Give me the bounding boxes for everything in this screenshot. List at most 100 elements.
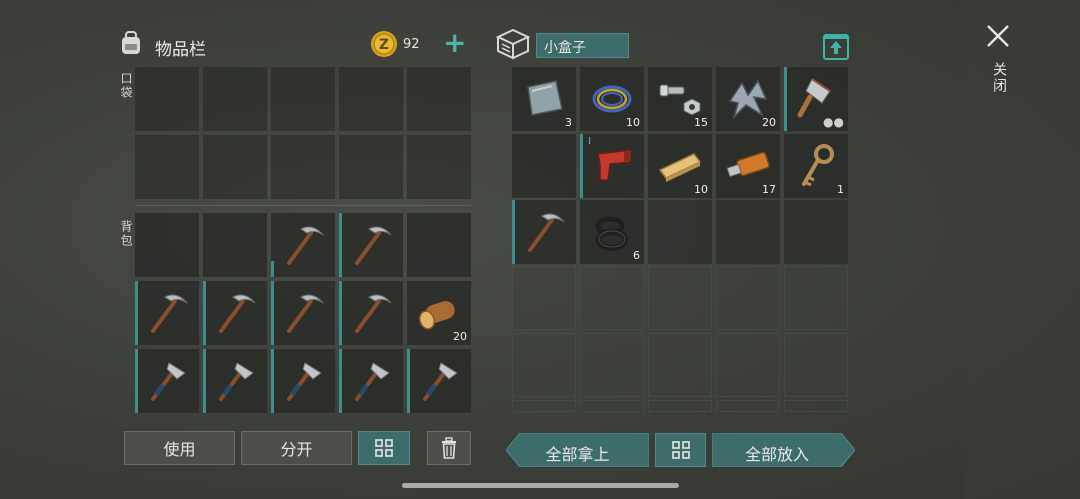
- upload-button[interactable]: [823, 32, 849, 60]
- container-slot[interactable]: 3: [512, 67, 576, 131]
- section-divider: [135, 205, 471, 206]
- container-name-field[interactable]: 小盒子: [536, 33, 629, 58]
- backpack-slot[interactable]: [407, 349, 471, 413]
- backpack-slot[interactable]: [271, 213, 335, 277]
- hatchet-icon: [151, 362, 186, 401]
- trash-icon: [442, 437, 456, 459]
- container-slot[interactable]: [716, 200, 780, 264]
- item-count: 1: [837, 183, 844, 196]
- backpack-slot[interactable]: [203, 213, 267, 277]
- pocket-slot[interactable]: [203, 135, 267, 199]
- pocket-slot[interactable]: [271, 67, 335, 131]
- pocket-slot[interactable]: [339, 67, 403, 131]
- svg-text:Z: Z: [379, 37, 389, 53]
- locked-slot: [648, 400, 712, 412]
- backpack-slot[interactable]: [135, 349, 199, 413]
- hatchet-icon: [287, 362, 322, 401]
- pocket-slot[interactable]: [135, 135, 199, 199]
- container-slot[interactable]: 1: [784, 134, 848, 198]
- ammo-indicator-icon: ⁞: [588, 136, 592, 147]
- item-count: 17: [762, 183, 776, 196]
- locked-slot: [716, 266, 780, 330]
- sort-grid-button[interactable]: [358, 431, 410, 465]
- container-slot[interactable]: [512, 200, 576, 264]
- container-slot[interactable]: 17: [716, 134, 780, 198]
- backpack-slot[interactable]: [407, 213, 471, 277]
- pickaxe-icon: [528, 213, 565, 252]
- use-button[interactable]: 使用: [124, 431, 235, 465]
- durability-bar: [203, 281, 206, 345]
- locked-slot: [512, 266, 576, 330]
- container-slot[interactable]: [784, 200, 848, 264]
- add-coins-button[interactable]: +: [443, 27, 466, 59]
- pocket-slot[interactable]: [407, 67, 471, 131]
- locked-slot: [512, 333, 576, 397]
- box-container-icon: [495, 28, 531, 60]
- container-slot[interactable]: [648, 200, 712, 264]
- item-count: 6: [633, 249, 640, 262]
- pocket-slot[interactable]: [203, 67, 267, 131]
- backpack-label: 背包: [119, 220, 133, 248]
- home-indicator[interactable]: [402, 483, 679, 488]
- container-slot[interactable]: 20: [716, 67, 780, 131]
- backpack-slot[interactable]: [203, 281, 267, 345]
- durability-bar: [339, 281, 342, 345]
- key-icon: [802, 144, 834, 187]
- coin-count: 92: [403, 37, 420, 52]
- backpack-slot[interactable]: [339, 213, 403, 277]
- backpack-slot[interactable]: [203, 349, 267, 413]
- locked-slot: [648, 333, 712, 397]
- metal-sheet-icon: [527, 80, 563, 116]
- durability-bar: [271, 349, 274, 413]
- pickaxe-icon: [355, 226, 392, 265]
- more-dots-icon: ●●: [823, 115, 844, 129]
- backpack-slot[interactable]: [339, 281, 403, 345]
- container-title: 小盒子: [544, 40, 586, 56]
- put-all-button[interactable]: 全部放入: [712, 433, 855, 467]
- container-slot[interactable]: 10: [648, 134, 712, 198]
- trash-button[interactable]: [427, 431, 471, 465]
- split-button[interactable]: 分开: [241, 431, 352, 465]
- pocket-slot[interactable]: [271, 135, 335, 199]
- item-count: 15: [694, 116, 708, 129]
- side-strip: [963, 0, 1080, 499]
- hatchet-icon: [355, 362, 390, 401]
- backpack-slot[interactable]: [271, 281, 335, 345]
- take-all-label: 全部拿上: [545, 445, 610, 464]
- container-slot[interactable]: 15: [648, 67, 712, 131]
- put-all-label: 全部放入: [744, 445, 809, 464]
- pickaxe-icon: [151, 294, 188, 333]
- durability-bar: [407, 349, 410, 413]
- backpack-slot[interactable]: [135, 213, 199, 277]
- container-slot[interactable]: 6: [580, 200, 644, 264]
- hatchet-icon: [423, 362, 458, 401]
- grid-icon: [375, 439, 393, 457]
- container-slot[interactable]: ●●: [784, 67, 848, 131]
- item-count: 3: [565, 116, 572, 129]
- backpack-slot[interactable]: [135, 281, 199, 345]
- close-button[interactable]: 关闭: [984, 22, 1012, 132]
- take-all-button[interactable]: 全部拿上: [506, 433, 649, 467]
- backpack-slot[interactable]: [271, 349, 335, 413]
- durability-bar: [271, 281, 274, 345]
- locked-slot: [784, 333, 848, 397]
- pocket-slot[interactable]: [135, 67, 199, 131]
- container-slot[interactable]: ⁞: [580, 134, 644, 198]
- locked-slot: [784, 400, 848, 412]
- locked-slot: [512, 400, 576, 412]
- backpack-slot[interactable]: 20: [407, 281, 471, 345]
- grid-icon: [671, 441, 690, 459]
- backpack-slot[interactable]: [339, 349, 403, 413]
- pocket-slot[interactable]: [339, 135, 403, 199]
- container-sort-button[interactable]: [655, 433, 706, 467]
- item-count: 10: [694, 183, 708, 196]
- durability-bar: [339, 213, 342, 277]
- pocket-slot[interactable]: [407, 135, 471, 199]
- close-icon: [987, 25, 1009, 47]
- locked-slot: [580, 266, 644, 330]
- container-slot[interactable]: 10: [580, 67, 644, 131]
- container-slot[interactable]: [512, 134, 576, 198]
- durability-bar: [135, 349, 138, 413]
- locked-slot: [648, 266, 712, 330]
- locked-slot: [716, 400, 780, 412]
